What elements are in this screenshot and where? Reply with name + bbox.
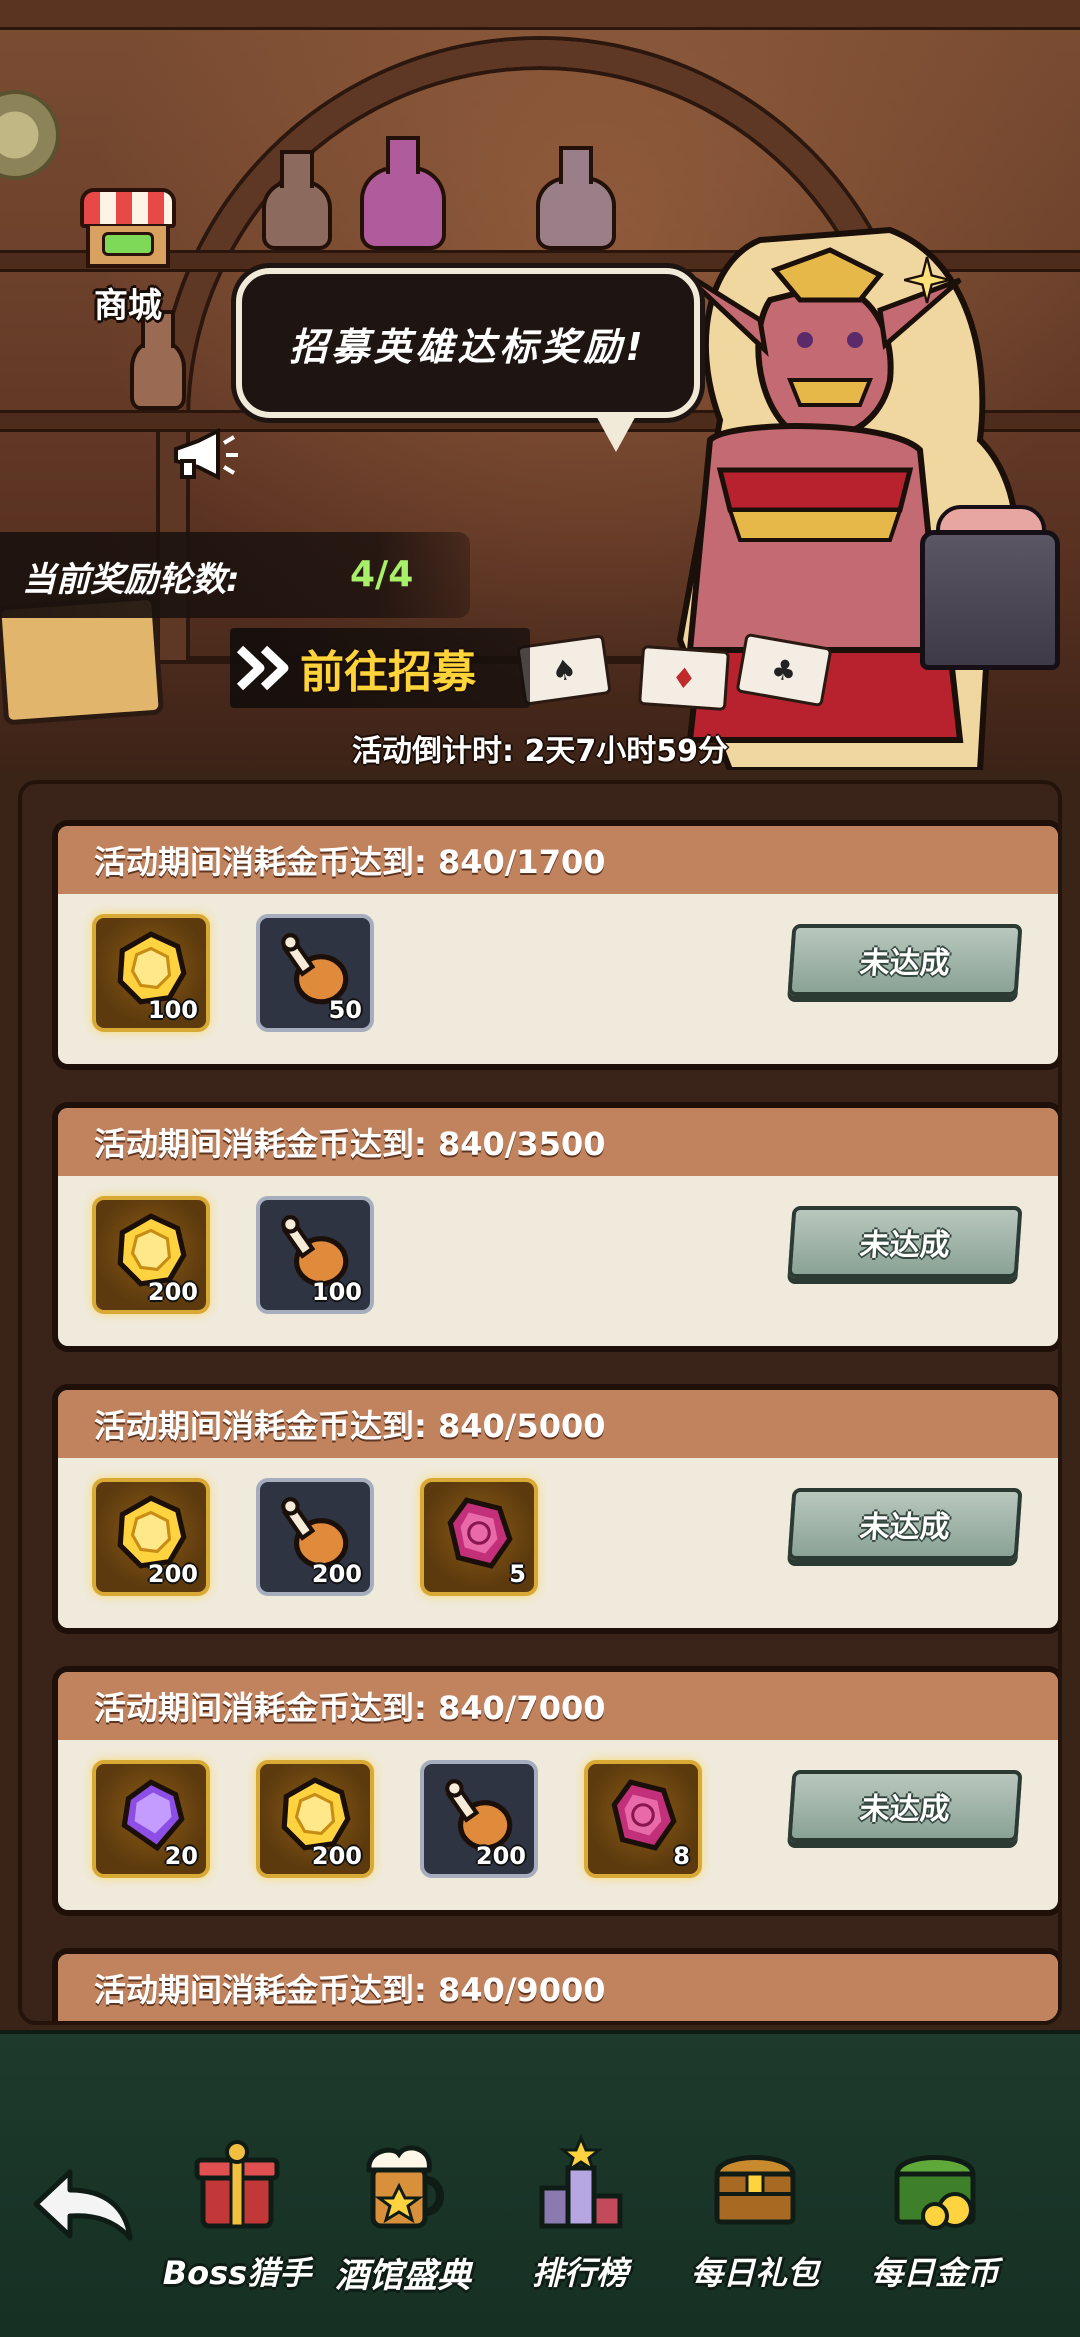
claim-status-button[interactable]: 未达成	[787, 1206, 1023, 1278]
reward-count: 200	[311, 1560, 362, 1588]
claim-status-button[interactable]: 未达成	[787, 1770, 1023, 1842]
double-chevron-right-icon	[236, 645, 289, 691]
reward-count: 100	[147, 996, 198, 1024]
task-title: 活动期间消耗金币达到: 840/5000	[94, 1407, 606, 1445]
task-title: 活动期间消耗金币达到: 840/1700	[94, 843, 606, 881]
pink-gem-icon	[447, 1497, 513, 1569]
sparkle-icon	[904, 256, 950, 304]
nav-label: 酒馆盛典	[335, 2256, 471, 2296]
claim-status-button[interactable]: 未达成	[787, 924, 1023, 996]
nav-daily-gift[interactable]: 每日礼包	[680, 2134, 830, 2304]
bottle-decoration	[360, 166, 446, 250]
ceiling-beam	[0, 0, 1080, 30]
reward-count: 200	[147, 1278, 198, 1306]
reward-item[interactable]: 200	[92, 1196, 210, 1314]
bottle-decoration	[130, 340, 186, 410]
reward-count: 200	[475, 1842, 526, 1870]
task-row: 活动期间消耗金币达到: 840/5000 200 200 5 未达成	[52, 1384, 1058, 1634]
nav-tavern-festival[interactable]: 酒馆盛典	[328, 2134, 478, 2304]
task-row: 活动期间消耗金币达到: 840/1700 100 50 未达成	[52, 820, 1058, 1070]
task-list[interactable]: 活动期间消耗金币达到: 840/1700 100 50 未达成 活动期间消耗金币…	[18, 780, 1062, 2025]
reward-count: 200	[311, 1842, 362, 1870]
task-title: 活动期间消耗金币达到: 840/9000	[94, 1971, 606, 2009]
reward-count: 5	[509, 1560, 526, 1588]
playing-card: ♠	[516, 634, 612, 706]
bottle-decoration	[262, 180, 332, 250]
claim-status-label: 未达成	[858, 1510, 951, 1545]
claim-status-label: 未达成	[858, 946, 951, 981]
playing-card: ♦	[638, 645, 730, 711]
boss-gift-icon	[194, 2140, 280, 2229]
tankard-decoration	[920, 530, 1060, 670]
reward-count: 50	[328, 996, 362, 1024]
go-recruit-label: 前往招募	[300, 647, 476, 698]
beer-mug-icon	[366, 2145, 444, 2229]
claim-status-button[interactable]: 未达成	[787, 1488, 1023, 1560]
bottom-nav: Boss猎手 酒馆盛典 排行榜 每日礼包 每日金币	[0, 2030, 1080, 2337]
task-row: 活动期间消耗金币达到: 840/3500 200 100 未达成	[52, 1102, 1058, 1352]
reward-item[interactable]: 8	[584, 1760, 702, 1878]
shop-goods	[102, 232, 154, 256]
nav-label: 排行榜	[531, 2254, 628, 2292]
speech-text: 招募英雄达标奖励!	[289, 324, 647, 369]
speech-bubble: 招募英雄达标奖励!	[236, 268, 700, 452]
reward-item[interactable]: 200	[256, 1478, 374, 1596]
nav-label: Boss猎手	[162, 2254, 312, 2292]
nav-label: 每日金币	[870, 2254, 999, 2292]
reward-item[interactable]: 100	[92, 914, 210, 1032]
nav-leaderboard[interactable]: 排行榜	[505, 2134, 655, 2304]
shop-label: 商城	[94, 286, 162, 326]
tavern-banner: 商城 ♠ ♦ ♣ 招募英雄达标奖励! 当前奖励轮数: 4/4 前往招募 活动倒计…	[0, 0, 1080, 770]
reward-item[interactable]: 20	[92, 1760, 210, 1878]
gold-chest-icon	[894, 2155, 976, 2230]
shop-button[interactable]: 商城	[72, 188, 184, 328]
treasure-chest-icon	[714, 2155, 796, 2225]
megaphone-icon[interactable]	[168, 425, 240, 487]
reward-item[interactable]: 5	[420, 1478, 538, 1596]
event-countdown: 活动倒计时: 2天7小时59分	[352, 734, 728, 769]
pink-gem-icon	[611, 1779, 677, 1851]
reward-item[interactable]: 200	[256, 1760, 374, 1878]
shop-stall-icon	[80, 188, 176, 228]
nav-label: 每日礼包	[690, 2254, 819, 2292]
go-recruit-button[interactable]: 前往招募	[230, 628, 530, 708]
reward-count: 200	[147, 1560, 198, 1588]
claim-status-label: 未达成	[858, 1228, 951, 1263]
task-row: 活动期间消耗金币达到: 840/7000 20 200 200 8 未达成	[52, 1666, 1058, 1916]
back-arrow-icon[interactable]	[30, 2164, 138, 2244]
nav-daily-gold[interactable]: 每日金币	[860, 2134, 1010, 2304]
reward-item[interactable]: 200	[92, 1478, 210, 1596]
task-row: 活动期间消耗金币达到: 840/9000	[52, 1948, 1058, 2021]
reward-round-label: 当前奖励轮数:	[22, 560, 240, 600]
reward-count: 8	[673, 1842, 690, 1870]
reward-item[interactable]: 100	[256, 1196, 374, 1314]
reward-item[interactable]: 50	[256, 914, 374, 1032]
reward-round-panel: 当前奖励轮数: 4/4	[0, 532, 470, 618]
reward-item[interactable]: 200	[420, 1760, 538, 1878]
task-title: 活动期间消耗金币达到: 840/7000	[94, 1689, 606, 1727]
reward-count: 20	[164, 1842, 198, 1870]
claim-status-label: 未达成	[858, 1792, 951, 1827]
task-title: 活动期间消耗金币达到: 840/3500	[94, 1125, 606, 1163]
trophy-podium-icon	[539, 2134, 623, 2229]
reward-count: 100	[311, 1278, 362, 1306]
reward-round-value: 4/4	[350, 554, 414, 595]
nav-boss-hunter[interactable]: Boss猎手	[162, 2134, 312, 2304]
wall-clock-decoration	[0, 90, 60, 180]
